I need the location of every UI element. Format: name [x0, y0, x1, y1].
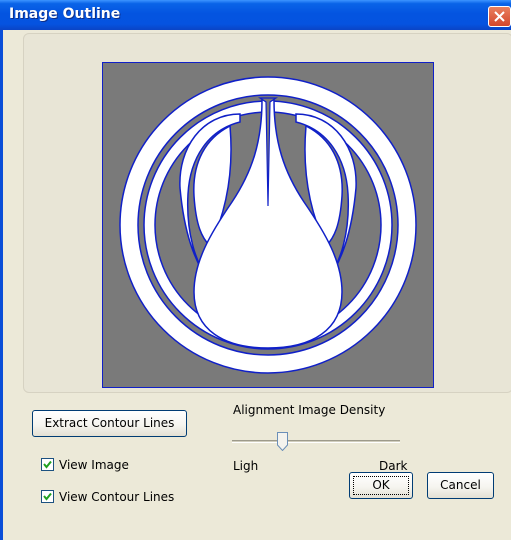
title-bar[interactable]: Image Outline — [0, 0, 511, 30]
close-button[interactable] — [488, 6, 511, 27]
cancel-button[interactable]: Cancel — [427, 472, 494, 499]
view-image-label[interactable]: View Image — [59, 458, 129, 472]
view-image-checkbox[interactable] — [41, 458, 54, 471]
checkmark-icon — [43, 492, 52, 501]
image-preview-panel — [23, 33, 511, 393]
outline-preview-image — [102, 62, 434, 388]
density-min-label: Ligh — [233, 459, 259, 473]
density-max-label: Dark — [379, 459, 408, 473]
close-icon — [494, 11, 505, 22]
density-slider-track[interactable] — [232, 440, 400, 443]
view-contour-lines-label[interactable]: View Contour Lines — [59, 490, 174, 504]
checkmark-icon — [43, 460, 52, 469]
extract-contour-lines-button[interactable]: Extract Contour Lines — [32, 410, 187, 437]
density-slider-thumb[interactable] — [277, 432, 289, 451]
view-contour-lines-checkbox[interactable] — [41, 490, 54, 503]
density-label: Alignment Image Density — [233, 403, 386, 417]
dialog-title: Image Outline — [9, 6, 121, 22]
image-outline-dialog: Image Outline Extract Contour Lines Alig… — [0, 0, 511, 540]
ok-button[interactable]: OK — [349, 472, 413, 499]
